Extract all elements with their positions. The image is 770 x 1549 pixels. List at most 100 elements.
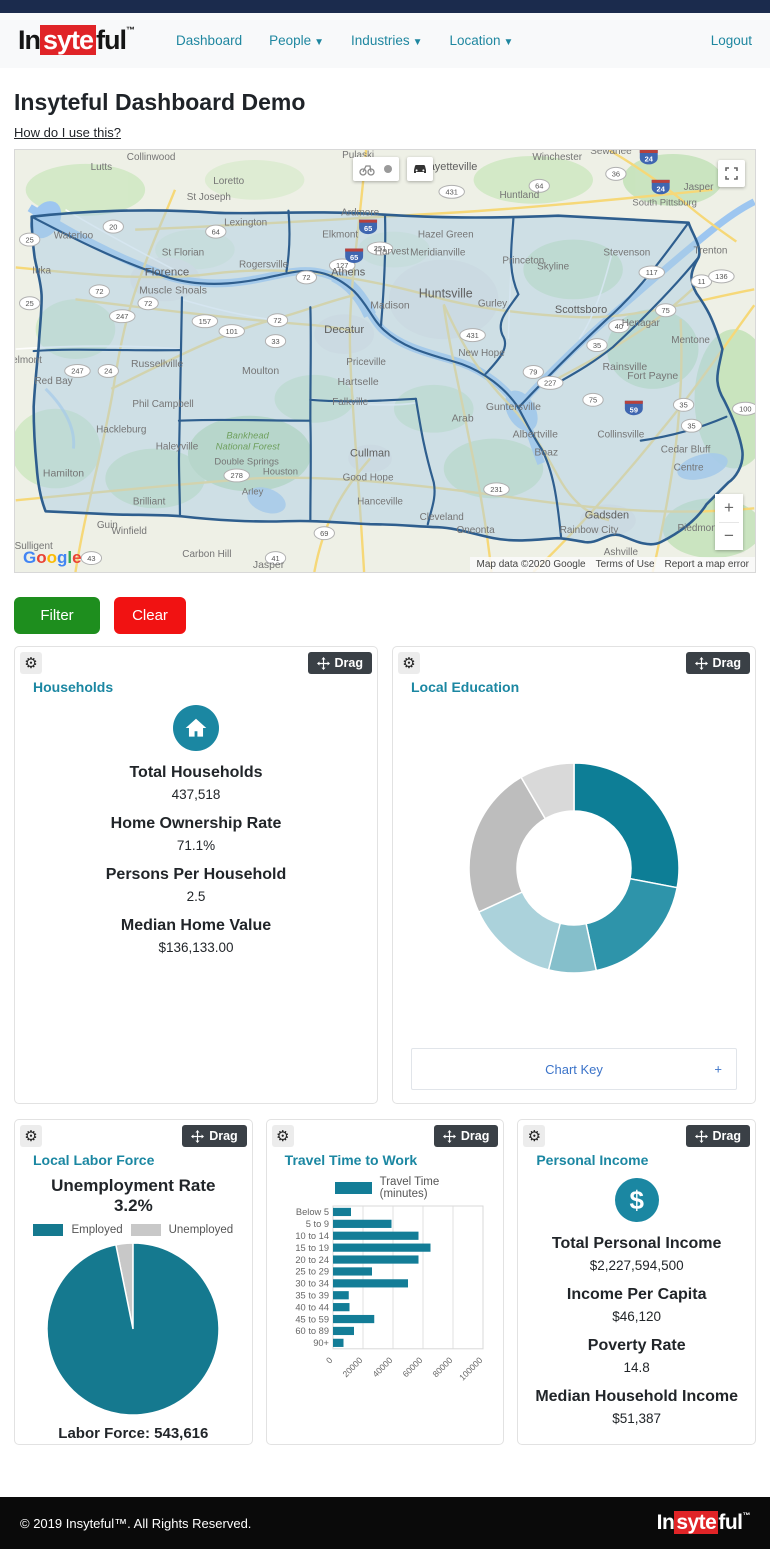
logo-prefix: In [656,1511,675,1534]
travel-time-card: ⚙ Drag Travel Time to Work Travel Time (… [265,1119,505,1445]
labor-pie-chart [46,1242,221,1416]
terms-of-use-link[interactable]: Terms of Use [596,559,655,570]
svg-text:35: 35 [687,421,695,430]
svg-text:64: 64 [212,227,220,236]
local-education-card: ⚙ Drag Local Education Chart Key + [392,646,756,1104]
stat-label: Total Personal Income [551,1235,722,1252]
drag-handle[interactable]: Drag [685,1125,751,1147]
stat-value: 2.5 [186,889,206,904]
svg-text:Gurley: Gurley [478,298,507,309]
svg-text:Albertville: Albertville [513,430,558,441]
svg-text:Red Bay: Red Bay [35,376,73,387]
svg-text:35 to 39: 35 to 39 [295,1290,329,1300]
drag-handle[interactable]: Drag [182,1125,247,1147]
move-icon [316,656,330,670]
svg-text:101: 101 [226,327,238,336]
zoom-in-button[interactable]: + [715,494,743,522]
svg-text:Skyline: Skyline [537,261,570,272]
car-icon [414,165,426,173]
svg-text:Lutts: Lutts [91,162,113,173]
svg-text:Brilliant: Brilliant [133,496,166,507]
logo-suffix: ful [96,25,127,55]
drag-handle[interactable]: Drag [685,652,750,674]
google-map[interactable]: 25 20 64 431 64 36 25 72 247 72 157 101 72 33 247 24 251… [14,149,756,573]
svg-text:Hackleburg: Hackleburg [96,425,146,436]
chart-key-accordion[interactable]: Chart Key + [411,1048,737,1090]
move-icon [191,1129,205,1143]
drag-label: Drag [460,1129,490,1143]
move-icon [694,1129,708,1143]
svg-text:231: 231 [490,485,502,494]
nav-link-industries[interactable]: Industries ▼ [351,33,422,48]
chevron-down-icon: ▼ [503,37,514,48]
svg-text:Cedar Bluff: Cedar Bluff [661,445,711,456]
svg-text:South Pittsburg: South Pittsburg [632,198,697,209]
report-error-link[interactable]: Report a map error [665,559,749,570]
svg-text:New Hope: New Hope [458,348,505,359]
drag-handle[interactable]: Drag [433,1125,499,1147]
svg-text:Iuka: Iuka [32,265,51,276]
map-travel-mode-control[interactable] [353,157,399,181]
svg-text:National Forest: National Forest [216,442,280,453]
svg-text:Lexington: Lexington [224,218,267,229]
svg-text:25: 25 [26,299,34,308]
navbar: In syte ful™ Dashboard People ▼ Industries ▼ Lo… [0,13,770,68]
widget-row-2: ⚙ Drag Local Labor Force Unemployment Ra… [14,1119,757,1445]
drag-label: Drag [334,656,363,670]
svg-text:431: 431 [445,187,457,196]
nav-link-dashboard[interactable]: Dashboard [176,33,242,48]
drag-label: Drag [712,656,741,670]
svg-text:Russellville: Russellville [131,359,183,370]
svg-text:Ardmore: Ardmore [341,208,380,219]
stat-label: Persons Per Household [105,866,287,883]
help-link[interactable]: How do I use this? [14,125,121,140]
clear-button[interactable]: Clear [114,597,186,634]
gear-icon[interactable]: ⚙ [271,1125,294,1147]
svg-text:80000: 80000 [430,1355,454,1379]
income-stats: Total Personal Income $2,227,594,500 Incom… [534,1235,739,1426]
gear-icon[interactable]: ⚙ [20,1125,42,1147]
gear-icon[interactable]: ⚙ [20,652,42,674]
svg-text:157: 157 [199,317,211,326]
map-driving-mode-button[interactable] [407,157,433,181]
gear-icon[interactable]: ⚙ [523,1125,546,1147]
filter-button[interactable]: Filter [14,597,100,634]
svg-text:33: 33 [271,337,279,346]
card-title: Personal Income [536,1152,649,1168]
svg-text:Hanceville: Hanceville [357,496,403,507]
widget-row-1: ⚙ Drag Households Total Households 437,51… [14,646,756,1104]
stat-label: Median Household Income [535,1388,739,1405]
nav-link-location[interactable]: Location ▼ [449,33,513,48]
svg-text:40000: 40000 [370,1355,394,1379]
svg-text:Falkville: Falkville [332,397,368,408]
insyteful-logo[interactable]: In syte ful™ [18,25,135,56]
chart-key-label: Chart Key [545,1061,603,1077]
svg-text:Hazel Green: Hazel Green [418,230,474,241]
svg-text:Decatur: Decatur [324,324,364,336]
zoom-out-button[interactable]: − [715,522,743,550]
unemployment-rate-headline: Unemployment Rate 3.2% [51,1176,216,1215]
svg-text:Jasper: Jasper [253,560,285,571]
svg-text:Rogersville: Rogersville [239,259,289,270]
chevron-down-icon: ▼ [314,37,325,48]
google-logo[interactable]: Google [23,548,82,568]
svg-text:25: 25 [26,235,34,244]
drag-label: Drag [712,1129,742,1143]
svg-text:24: 24 [657,184,666,193]
svg-text:Haleyville: Haleyville [156,442,199,453]
svg-text:St Florian: St Florian [162,248,205,259]
stat-block: Persons Per Household 2.5 [31,866,361,904]
svg-text:69: 69 [320,529,328,538]
expand-icon: + [714,1061,722,1077]
logout-link[interactable]: Logout [711,33,752,48]
drag-handle[interactable]: Drag [307,652,372,674]
svg-text:75: 75 [589,396,597,405]
travel-swatch [334,1182,372,1194]
gear-icon[interactable]: ⚙ [398,652,420,674]
stat-block: Poverty Rate 14.8 [534,1337,739,1375]
nav-link-people[interactable]: People ▼ [269,33,324,48]
svg-text:Carbon Hill: Carbon Hill [182,549,231,560]
card-title: Local Labor Force [33,1152,155,1168]
svg-text:St Joseph: St Joseph [187,192,231,203]
map-fullscreen-button[interactable] [718,160,745,187]
